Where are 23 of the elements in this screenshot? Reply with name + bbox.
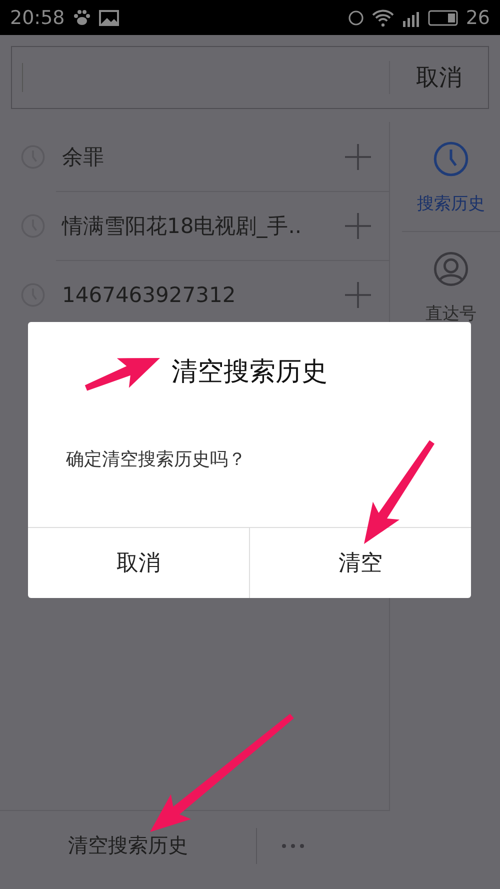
search-field[interactable]: 取消 — [11, 46, 489, 109]
battery-icon — [428, 10, 458, 26]
plus-icon[interactable] — [345, 282, 371, 308]
dialog-message: 确定清空搜索历史吗？ — [66, 448, 246, 471]
plus-icon[interactable] — [345, 144, 371, 170]
more-icon[interactable] — [281, 842, 305, 848]
paw-icon — [72, 9, 91, 26]
history-item[interactable]: 情满雪阳花18电视剧_手.. — [62, 212, 345, 240]
wifi-icon — [372, 8, 394, 26]
battery-level: 26 — [466, 6, 490, 28]
dialog-button[interactable]: 取消 — [28, 528, 249, 598]
person-icon — [432, 250, 470, 288]
plus-icon[interactable] — [345, 212, 371, 238]
dialog-title: 清空搜索历史 — [172, 356, 328, 389]
clock-icon — [432, 140, 470, 178]
sync-icon — [348, 10, 364, 26]
sidebar-tab[interactable]: 搜索历史 — [402, 122, 500, 231]
history-item[interactable]: 1467463927312 — [62, 282, 345, 306]
image-icon — [98, 10, 119, 26]
history-item[interactable]: 余罪 — [62, 142, 345, 170]
status-time: 20:58 — [10, 6, 65, 28]
clear-history-button[interactable]: 清空搜索历史 — [0, 811, 256, 880]
cancel-button[interactable]: 取消 — [389, 61, 488, 94]
